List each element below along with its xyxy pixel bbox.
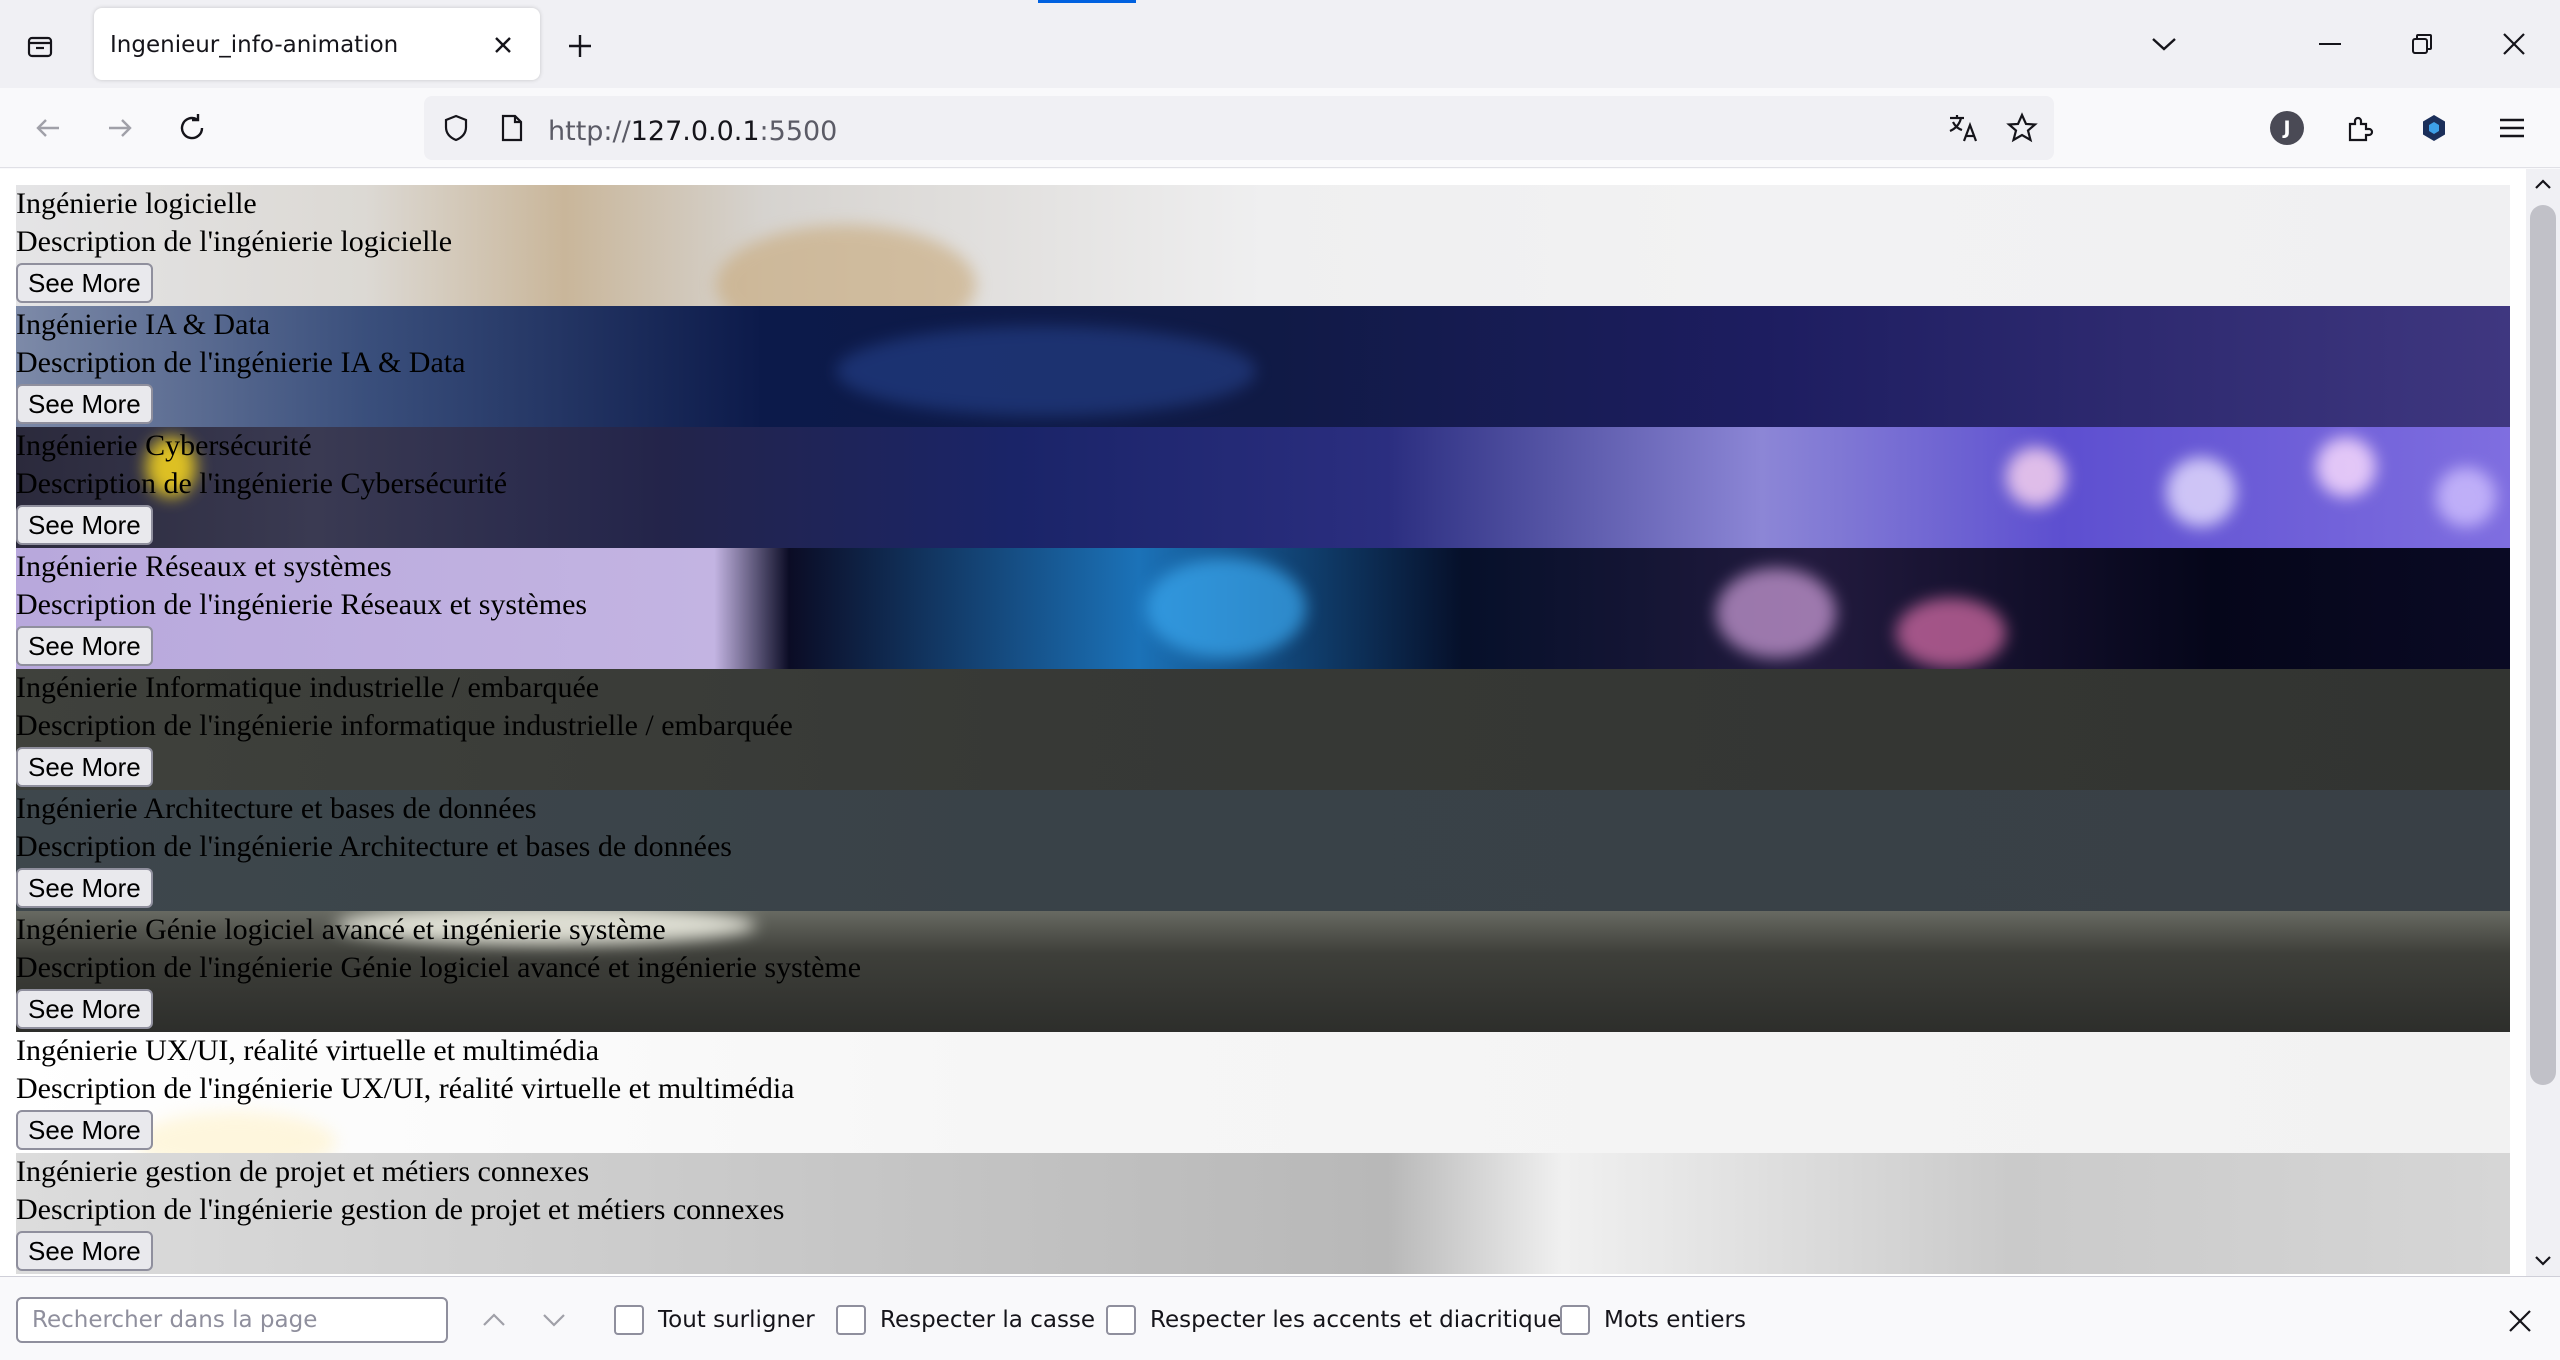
forward-arrow-icon[interactable] xyxy=(96,104,144,152)
vertical-scrollbar[interactable] xyxy=(2526,169,2560,1276)
card-advanced-software-engineering: Ingénierie Génie logiciel avancé et ingé… xyxy=(16,911,2510,1032)
match-case-label: Respecter la casse xyxy=(880,1307,1096,1333)
reload-icon[interactable] xyxy=(168,104,216,152)
card-description: Description de l'ingénierie IA & Data xyxy=(16,346,466,379)
card-title: Ingénierie UX/UI, réalité virtuelle et m… xyxy=(16,1034,600,1067)
tab-title: Ingenieur_info-animation xyxy=(110,32,399,58)
card-software-engineering: Ingénierie logicielle Description de l'i… xyxy=(16,185,2510,306)
whole-words-label: Mots entiers xyxy=(1604,1307,1746,1333)
tab-close-icon[interactable] xyxy=(484,26,522,64)
card-description: Description de l'ingénierie Génie logici… xyxy=(16,951,862,984)
card-ai-data: Ingénierie IA & Data Description de l'in… xyxy=(16,306,2510,427)
account-avatar[interactable]: J xyxy=(2270,111,2304,145)
card-embedded-computing: Ingénierie Informatique industrielle / e… xyxy=(16,669,2510,790)
card-title: Ingénierie logicielle xyxy=(16,187,257,220)
active-tab[interactable]: Ingenieur_info-animation xyxy=(94,8,540,80)
see-more-button[interactable]: See More xyxy=(16,263,153,303)
match-diacritics-option[interactable]: Respecter les accents et diacritiques xyxy=(1106,1303,1573,1337)
card-description: Description de l'ingénierie logicielle xyxy=(16,225,453,258)
see-more-button[interactable]: See More xyxy=(16,384,153,424)
highlight-all-option[interactable]: Tout surligner xyxy=(614,1303,815,1337)
match-diacritics-checkbox[interactable] xyxy=(1106,1305,1136,1335)
url-port: :5500 xyxy=(759,116,838,147)
address-bar[interactable]: http://127.0.0.1:5500 xyxy=(424,96,2054,160)
card-project-management: Ingénierie gestion de projet et métiers … xyxy=(16,1153,2510,1274)
card-description: Description de l'ingénierie Réseaux et s… xyxy=(16,588,588,621)
see-more-button[interactable]: See More xyxy=(16,989,153,1029)
close-window-icon[interactable] xyxy=(2484,16,2544,72)
card-networks-systems: Ingénierie Réseaux et systèmes Descripti… xyxy=(16,548,2510,669)
card-cybersecurity: Ingénierie Cybersécurité Description de … xyxy=(16,427,2510,548)
match-diacritics-label: Respecter les accents et diacritiques xyxy=(1150,1307,1574,1333)
minimize-icon[interactable] xyxy=(2300,16,2360,72)
whole-words-checkbox[interactable] xyxy=(1560,1305,1590,1335)
highlight-all-checkbox[interactable] xyxy=(614,1305,644,1335)
back-arrow-icon[interactable] xyxy=(24,104,72,152)
whole-words-option[interactable]: Mots entiers xyxy=(1560,1303,1746,1337)
card-ux-ui-vr: Ingénierie UX/UI, réalité virtuelle et m… xyxy=(16,1032,2510,1153)
scrollbar-thumb[interactable] xyxy=(2530,205,2556,1085)
find-next-chevron-icon[interactable] xyxy=(532,1299,576,1341)
card-title: Ingénierie IA & Data xyxy=(16,308,271,341)
extensions-puzzle-icon[interactable] xyxy=(2336,104,2384,152)
extension-hexagon-icon[interactable] xyxy=(2410,104,2458,152)
tracking-shield-icon[interactable] xyxy=(438,110,474,146)
match-case-option[interactable]: Respecter la casse xyxy=(836,1303,1095,1337)
list-all-tabs-chevron-icon[interactable] xyxy=(2134,16,2194,72)
translate-icon[interactable] xyxy=(1946,110,1982,146)
hamburger-menu-icon[interactable] xyxy=(2488,104,2536,152)
card-description: Description de l'ingénierie gestion de p… xyxy=(16,1193,785,1226)
see-more-button[interactable]: See More xyxy=(16,868,153,908)
page-info-icon[interactable] xyxy=(494,110,530,146)
see-more-button[interactable]: See More xyxy=(16,1231,153,1271)
find-bar-close-icon[interactable] xyxy=(2498,1299,2542,1343)
match-case-checkbox[interactable] xyxy=(836,1305,866,1335)
url-host: 127.0.0.1 xyxy=(630,116,760,147)
new-tab-icon[interactable] xyxy=(556,22,604,70)
card-title: Ingénierie Réseaux et systèmes xyxy=(16,550,392,583)
card-description: Description de l'ingénierie UX/UI, réali… xyxy=(16,1072,795,1105)
scroll-down-arrow-icon[interactable] xyxy=(2526,1246,2560,1276)
card-title: Ingénierie Cybersécurité xyxy=(16,429,312,462)
find-bar: Tout surligner Respecter la casse Respec… xyxy=(0,1276,2560,1360)
tab-list-icon[interactable] xyxy=(16,22,64,70)
see-more-button[interactable]: See More xyxy=(16,626,153,666)
find-in-page-input[interactable] xyxy=(16,1297,448,1343)
tab-drag-indicator xyxy=(1038,0,1136,3)
card-description: Description de l'ingénierie informatique… xyxy=(16,709,793,742)
card-title: Ingénierie Génie logiciel avancé et ingé… xyxy=(16,913,666,946)
find-previous-chevron-icon[interactable] xyxy=(472,1299,516,1341)
card-title: Ingénierie gestion de projet et métiers … xyxy=(16,1155,590,1188)
url-text[interactable]: http://127.0.0.1:5500 xyxy=(548,116,837,147)
bookmark-star-icon[interactable] xyxy=(2004,110,2040,146)
see-more-button[interactable]: See More xyxy=(16,747,153,787)
navigation-toolbar: http://127.0.0.1:5500 J xyxy=(0,88,2560,168)
card-title: Ingénierie Informatique industrielle / e… xyxy=(16,671,600,704)
see-more-button[interactable]: See More xyxy=(16,505,153,545)
card-description: Description de l'ingénierie Architecture… xyxy=(16,830,732,863)
highlight-all-label: Tout surligner xyxy=(658,1307,815,1333)
card-list: Ingénierie logicielle Description de l'i… xyxy=(16,185,2510,1274)
see-more-button[interactable]: See More xyxy=(16,1110,153,1150)
tab-strip: Ingenieur_info-animation xyxy=(0,0,2560,88)
restore-icon[interactable] xyxy=(2392,16,2452,72)
page-viewport: Ingénierie logicielle Description de l'i… xyxy=(0,169,2526,1276)
card-architecture-databases: Ingénierie Architecture et bases de donn… xyxy=(16,790,2510,911)
card-title: Ingénierie Architecture et bases de donn… xyxy=(16,792,537,825)
url-scheme: http:// xyxy=(548,116,631,147)
card-description: Description de l'ingénierie Cybersécurit… xyxy=(16,467,508,500)
scroll-up-arrow-icon[interactable] xyxy=(2526,169,2560,199)
